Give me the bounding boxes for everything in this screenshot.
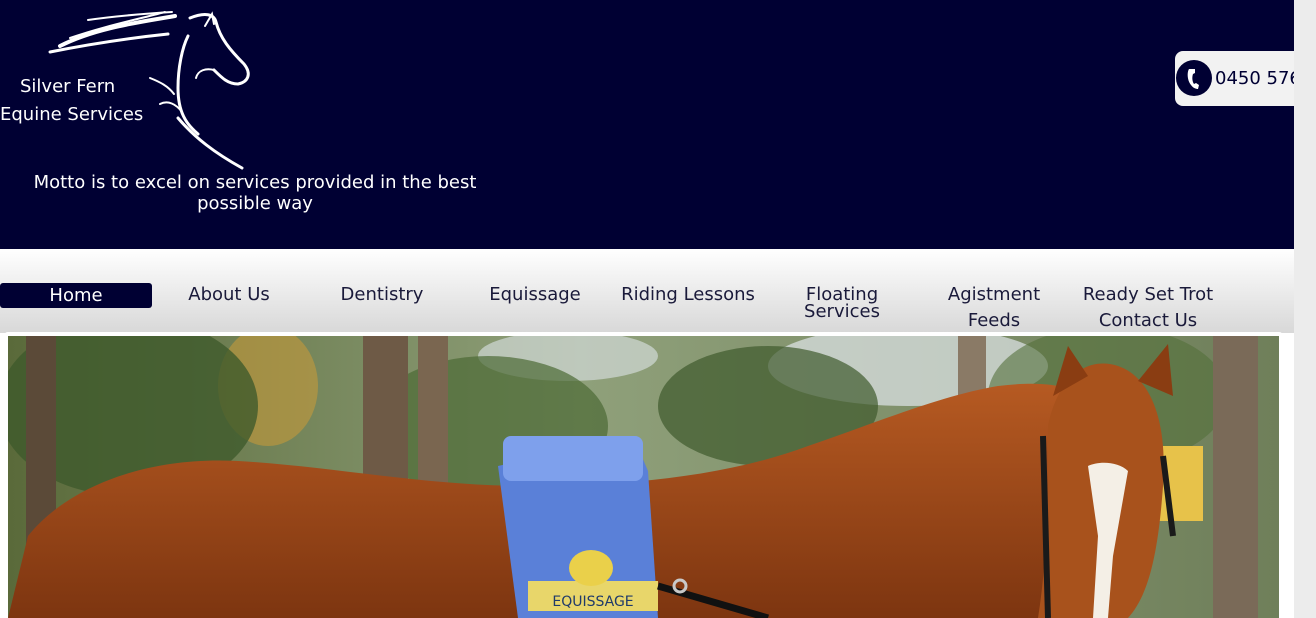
nav-item-about-us[interactable]: About Us [153, 286, 305, 304]
nav-item-dentistry[interactable]: Dentistry [306, 286, 458, 304]
nav-item-contact-us[interactable]: Contact Us [1072, 312, 1224, 330]
nav-item-equissage[interactable]: Equissage [459, 286, 611, 304]
nav-item-agistment[interactable]: Agistment [918, 286, 1070, 304]
logo-text-line1: Silver Fern [20, 76, 116, 97]
nav-item-feeds[interactable]: Feeds [918, 312, 1070, 330]
horse-equissage-photo: EQUISSAGE [8, 336, 1279, 618]
main-navigation: Home About Us Dentistry Equissage Riding… [0, 249, 1294, 333]
page-scrollbar[interactable] [1294, 0, 1316, 618]
phone-icon [1176, 60, 1212, 96]
nav-item-home[interactable]: Home [0, 283, 152, 308]
pad-label: EQUISSAGE [552, 594, 633, 610]
site-logo[interactable]: Silver Fern Equine Services [0, 8, 260, 173]
hero-image-frame: EQUISSAGE [4, 332, 1283, 618]
site-header: Silver Fern Equine Services Motto is to … [0, 0, 1294, 249]
site-motto: Motto is to excel on services provided i… [33, 172, 477, 214]
logo-text-line2: Equine Services [0, 104, 144, 125]
nav-item-floating-services[interactable]: Floating Services [780, 286, 904, 321]
nav-item-riding-lessons[interactable]: Riding Lessons [612, 286, 764, 304]
nav-item-ready-set-trot[interactable]: Ready Set Trot [1072, 286, 1224, 304]
